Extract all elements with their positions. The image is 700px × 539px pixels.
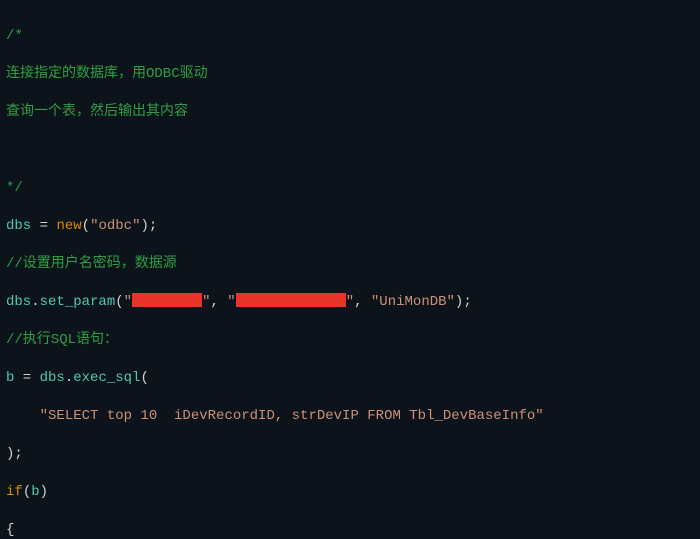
identifier-dbs: dbs xyxy=(6,218,31,234)
code-line: //设置用户名密码，数据源 xyxy=(6,255,694,274)
code-line xyxy=(6,141,694,160)
redacted-password xyxy=(236,293,346,307)
code-line: b = dbs.exec_sql( xyxy=(6,369,694,388)
keyword-if: if xyxy=(6,484,23,500)
identifier-dbs: dbs xyxy=(40,370,65,386)
method-set-param: set_param xyxy=(40,294,116,310)
identifier-b: b xyxy=(31,484,39,500)
code-line: */ xyxy=(6,179,694,198)
code-line: /* xyxy=(6,27,694,46)
code-line: 连接指定的数据库，用ODBC驱动 xyxy=(6,65,694,84)
comment-exec-sql: //执行SQL语句： xyxy=(6,332,118,348)
keyword-new: new xyxy=(56,218,81,234)
code-line: dbs.set_param("", "", "UniMonDB"); xyxy=(6,293,694,312)
identifier-dbs: dbs xyxy=(6,294,31,310)
string-quote: " xyxy=(124,294,132,310)
brace-open: { xyxy=(6,522,14,538)
string-unimondb: "UniMonDB" xyxy=(371,294,455,310)
string-quote: " xyxy=(346,294,354,310)
code-line: { xyxy=(6,521,694,539)
code-line: ); xyxy=(6,445,694,464)
comment-text: 查询一个表，然后输出其内容 xyxy=(6,104,188,120)
code-line: "SELECT top 10 iDevRecordID, strDevIP FR… xyxy=(6,407,694,426)
redacted-username xyxy=(132,293,202,307)
comment-text: 连接指定的数据库，用ODBC驱动 xyxy=(6,66,208,82)
code-line: if(b) xyxy=(6,483,694,502)
code-line: dbs = new("odbc"); xyxy=(6,217,694,236)
method-exec-sql: exec_sql xyxy=(73,370,140,386)
string-quote: " xyxy=(227,294,235,310)
comment-block-open: /* xyxy=(6,28,23,44)
code-line: 查询一个表，然后输出其内容 xyxy=(6,103,694,122)
code-line: //执行SQL语句： xyxy=(6,331,694,350)
string-sql-query: "SELECT top 10 iDevRecordID, strDevIP FR… xyxy=(40,408,544,424)
comment-block-close: */ xyxy=(6,180,23,196)
comment-set-param: //设置用户名密码，数据源 xyxy=(6,256,177,272)
code-editor[interactable]: /* 连接指定的数据库，用ODBC驱动 查询一个表，然后输出其内容 */ dbs… xyxy=(0,0,700,539)
string-odbc: "odbc" xyxy=(90,218,140,234)
